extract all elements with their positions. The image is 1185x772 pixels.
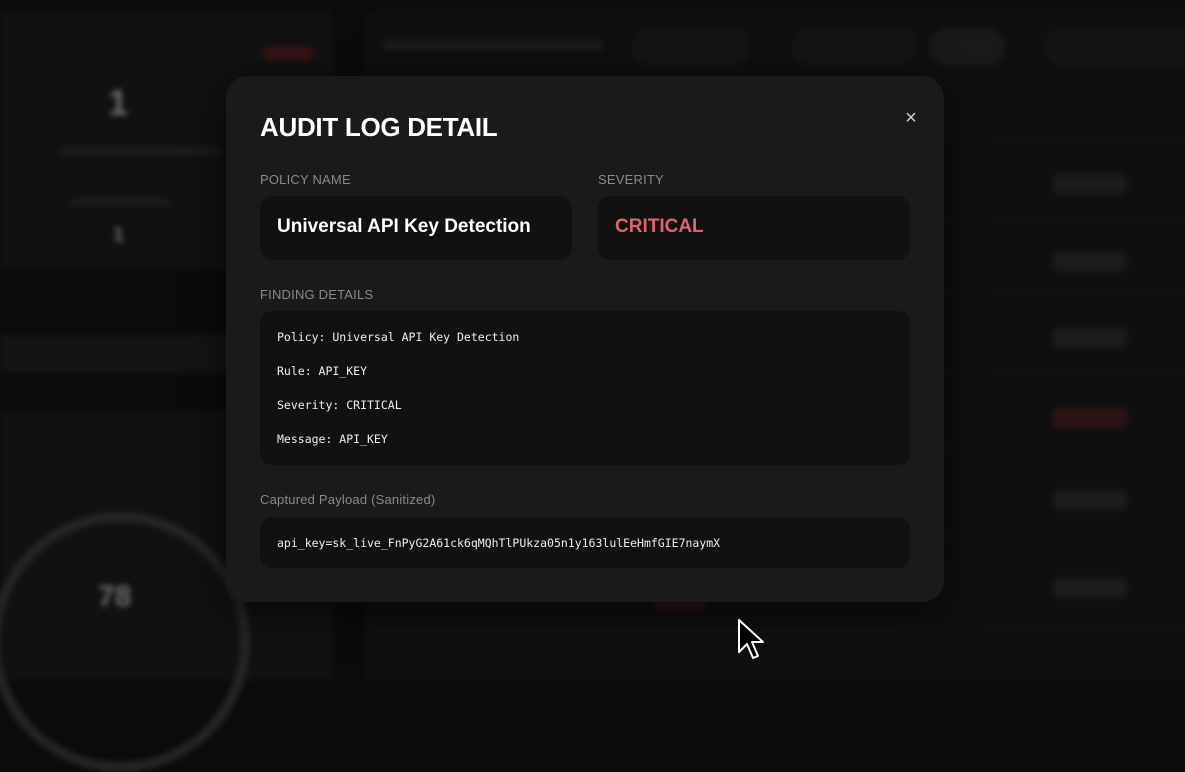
close-icon[interactable]: × — [899, 106, 923, 130]
summary-sub-label — [70, 198, 170, 206]
table-row-divider — [365, 630, 1185, 631]
summary-count: 1 — [108, 82, 129, 123]
search-pill[interactable] — [929, 28, 1005, 66]
mouse-cursor-icon — [738, 619, 764, 659]
finding-rule-line: Rule: API_KEY — [277, 364, 368, 378]
captured-payload-box: api_key=sk_live_FnPyG2A61ck6qMQhTlPUkza0… — [260, 517, 910, 568]
status-badge — [262, 46, 314, 60]
finding-details-box: Policy: Universal API Key Detection Rule… — [260, 311, 910, 465]
audit-log-title-blurred — [383, 40, 603, 50]
row-tag — [1053, 251, 1127, 271]
audit-log-detail-modal: AUDIT LOG DETAIL × POLICY NAME Universal… — [226, 76, 944, 602]
finding-policy-line: Policy: Universal API Key Detection — [277, 330, 520, 344]
policy-name-label: POLICY NAME — [260, 172, 351, 187]
row-tag — [1053, 174, 1127, 194]
filter-pill-1[interactable] — [631, 28, 751, 66]
finding-severity-line: Severity: CRITICAL — [277, 398, 402, 412]
summary-sub-count: 1 — [113, 224, 125, 246]
row-tag — [1053, 328, 1127, 348]
severity-label: SEVERITY — [598, 172, 664, 187]
severity-value: CRITICAL — [615, 216, 704, 237]
sort-pill[interactable] — [1045, 28, 1185, 66]
finding-message-line: Message: API_KEY — [277, 432, 388, 446]
finding-details-label: FINDING DETAILS — [260, 287, 374, 302]
severity-field: CRITICAL — [598, 196, 910, 260]
row-tag — [1053, 490, 1127, 510]
policy-name-field: Universal API Key Detection — [260, 196, 572, 260]
filter-pill-2[interactable] — [791, 28, 917, 66]
captured-payload-label: Captured Payload (Sanitized) — [260, 492, 436, 507]
captured-payload-value: api_key=sk_live_FnPyG2A61ck6qMQhTlPUkza0… — [277, 536, 721, 550]
row-tag — [1053, 578, 1127, 598]
row-tag-critical — [1053, 408, 1127, 428]
policy-name-value: Universal API Key Detection — [277, 216, 531, 237]
score-gauge — [0, 512, 250, 772]
modal-title: AUDIT LOG DETAIL — [260, 112, 498, 142]
summary-caption — [60, 147, 220, 155]
